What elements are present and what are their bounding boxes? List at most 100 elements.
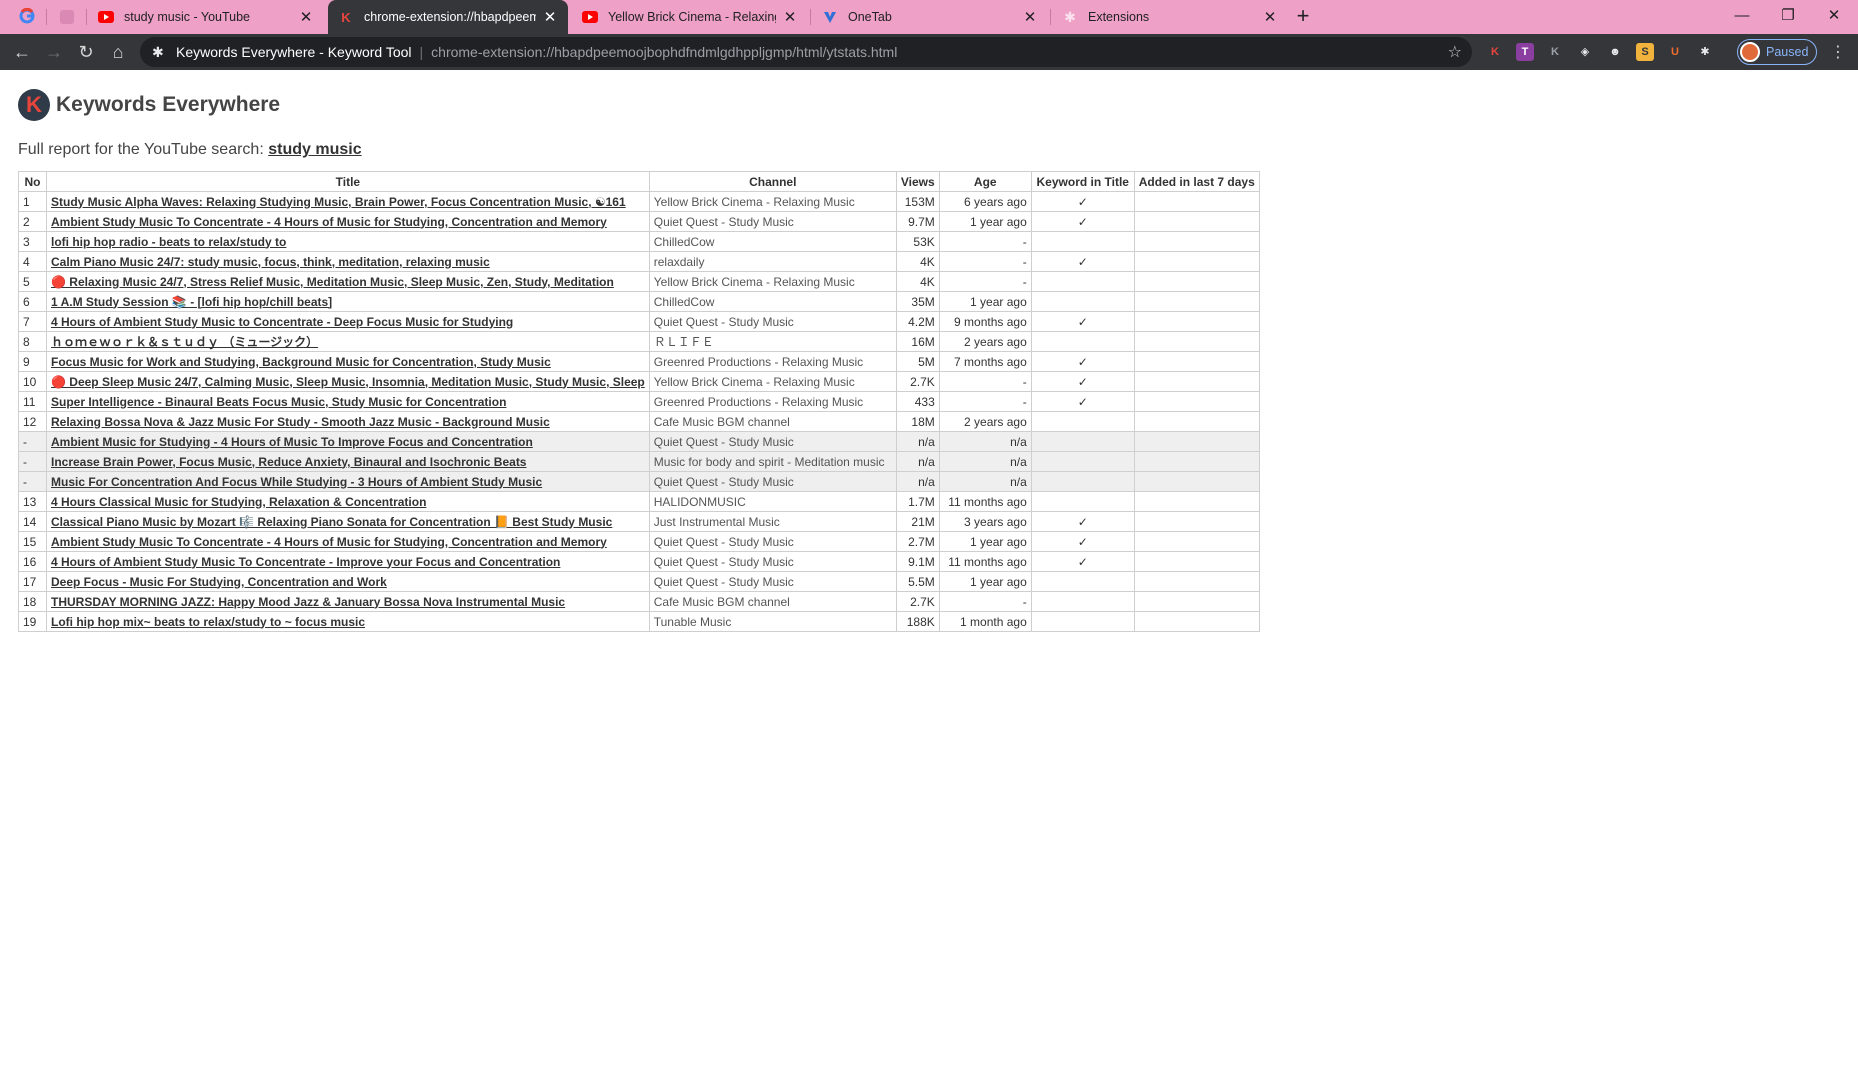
minimize-button[interactable]: — (1720, 0, 1764, 30)
video-title-link[interactable]: Increase Brain Power, Focus Music, Reduc… (51, 455, 526, 469)
row-number: 19 (23, 614, 37, 629)
keyword-in-title-check: ✓ (1077, 394, 1088, 409)
video-age-cell: 9 months ago (938, 311, 1032, 332)
puzzle-icon: ✱ (1064, 8, 1076, 25)
video-age-cell: 2 years ago (938, 411, 1032, 432)
video-title-link[interactable]: Super Intelligence - Binaural Beats Focu… (51, 395, 506, 409)
profile-button[interactable]: Paused (1737, 39, 1817, 65)
table-body: 1 Study Music Alpha Waves: Relaxing Study… (18, 191, 1260, 632)
channel-name: Quiet Quest - Study Music (653, 534, 794, 549)
row-number-cell: 6 (18, 291, 47, 312)
video-title-link[interactable]: Calm Piano Music 24/7: study music, focu… (51, 255, 490, 269)
keyword-in-title-check-cell (1030, 291, 1135, 312)
video-title-link-cell: Classical Piano Music by Mozart 🎼 Relaxi… (46, 511, 650, 532)
row-number-cell: 19 (18, 611, 47, 632)
tab-yellow-brick-cinema[interactable]: Yellow Brick Cinema - Relaxing M ✕ (572, 0, 808, 34)
channel-name-cell: Greenred Productions - Relaxing Music (648, 351, 897, 372)
added-last-7-days-cell (1133, 311, 1260, 332)
new-tab-button[interactable]: + (1290, 4, 1316, 30)
table-row: 11 Super Intelligence - Binaural Beats Fo… (18, 391, 1260, 412)
home-button[interactable]: ⌂ (106, 40, 130, 64)
close-tab-icon[interactable]: ✕ (782, 8, 798, 26)
robot-icon[interactable]: ☻ (1606, 43, 1624, 61)
close-tab-icon[interactable]: ✕ (542, 8, 558, 26)
video-title-link[interactable]: THURSDAY MORNING JAZZ: Happy Mood Jazz &… (51, 595, 565, 609)
restore-button[interactable]: ❐ (1766, 0, 1810, 30)
video-title-link[interactable]: Classical Piano Music by Mozart 🎼 Relaxi… (51, 515, 612, 529)
pinned-tab-2[interactable] (50, 0, 84, 34)
row-number-cell: 7 (18, 311, 47, 332)
pinned-tab-google[interactable] (10, 0, 44, 34)
bookmark-star-icon[interactable]: ☆ (1448, 42, 1462, 62)
added-last-7-days-cell (1133, 511, 1260, 532)
added-last-7-days-cell (1133, 351, 1260, 372)
keyword-in-title-check-cell: ✓ (1030, 531, 1135, 552)
close-tab-icon[interactable]: ✕ (1262, 8, 1278, 26)
video-title-link[interactable]: 4 Hours of Ambient Study Music To Concen… (51, 555, 560, 569)
header-no: No (18, 171, 47, 192)
channel-name: ＲＬＩＦＥ (653, 335, 714, 349)
tab-youtube-study-music[interactable]: study music - YouTube ✕ (88, 0, 324, 34)
view-count-cell: n/a (895, 451, 940, 472)
row-number: 6 (23, 294, 30, 309)
keyword-in-title-check-cell: ✓ (1030, 191, 1135, 212)
row-number-cell: - (18, 451, 47, 472)
address-bar[interactable]: ✱ Keywords Everywhere - Keyword Tool | c… (140, 37, 1472, 67)
keywords-everywhere-icon[interactable]: K (1486, 43, 1504, 61)
video-title-link[interactable]: lofi hip hop radio - beats to relax/stud… (51, 235, 286, 249)
back-button[interactable]: ← (10, 40, 34, 64)
view-count: 4K (920, 254, 935, 269)
video-title-link[interactable]: Ambient Study Music To Concentrate - 4 H… (51, 535, 607, 549)
tab-keywords-everywhere[interactable]: K chrome-extension://hbapdpeem ✕ (328, 0, 568, 34)
channel-name-cell: HALIDONMUSIC (648, 491, 897, 512)
video-title-link[interactable]: Ambient Study Music To Concentrate - 4 H… (51, 215, 607, 229)
extension-icon-6[interactable]: S (1636, 43, 1654, 61)
video-title-link[interactable]: ｈｏｍｅｗｏｒｋ＆ｓｔｕｄｙ （ミュージック） (51, 335, 318, 349)
channel-name: Yellow Brick Cinema - Relaxing Music (653, 374, 855, 389)
reload-button[interactable]: ↻ (74, 40, 98, 64)
extension-icon-3[interactable]: K (1546, 43, 1564, 61)
row-number-cell: 16 (18, 551, 47, 572)
video-title-link[interactable]: Music For Concentration And Focus While … (51, 475, 542, 489)
tab-onetab[interactable]: OneTab ✕ (812, 0, 1048, 34)
video-age-cell: 1 year ago (938, 571, 1032, 592)
row-number: 12 (23, 414, 37, 429)
video-title-link-cell: THURSDAY MORNING JAZZ: Happy Mood Jazz &… (46, 591, 650, 612)
video-title-link[interactable]: 🔴 Relaxing Music 24/7, Stress Relief Mus… (51, 275, 614, 289)
tab-label: chrome-extension://hbapdpeem (364, 10, 536, 24)
extension-icon-2[interactable]: T (1516, 43, 1534, 61)
shield-icon[interactable]: ◈ (1576, 43, 1594, 61)
video-title-link[interactable]: Lofi hip hop mix~ beats to relax/study t… (51, 615, 365, 629)
video-age: 1 year ago (970, 574, 1027, 589)
close-window-button[interactable]: ✕ (1812, 0, 1856, 30)
tab-label: Extensions (1088, 10, 1150, 24)
extension-icon-7[interactable]: U (1666, 43, 1684, 61)
video-age-cell: 3 years ago (938, 511, 1032, 532)
video-title-link[interactable]: 4 Hours of Ambient Study Music to Concen… (51, 315, 513, 329)
added-last-7-days-cell (1133, 531, 1260, 552)
row-number: 11 (23, 394, 36, 409)
search-query-link[interactable]: study music (268, 141, 361, 158)
video-title-link[interactable]: Deep Focus - Music For Studying, Concent… (51, 575, 387, 589)
menu-kebab-icon[interactable]: ⋮ (1830, 42, 1846, 62)
video-title-link[interactable]: Focus Music for Work and Studying, Backg… (51, 355, 551, 369)
row-number-cell: 9 (18, 351, 47, 372)
row-number: 10 (23, 374, 37, 389)
video-title-link[interactable]: Ambient Music for Studying - 4 Hours of … (51, 435, 533, 449)
video-title-link[interactable]: 🔴 Deep Sleep Music 24/7, Calming Music, … (51, 375, 645, 389)
keyword-in-title-check: ✓ (1077, 314, 1088, 329)
view-count-cell: 35M (895, 291, 940, 312)
video-title-link[interactable]: Study Music Alpha Waves: Relaxing Studyi… (51, 195, 626, 209)
forward-button[interactable]: → (42, 40, 66, 64)
extensions-puzzle-icon[interactable]: ✱ (1696, 43, 1714, 61)
video-title-link[interactable]: Relaxing Bossa Nova & Jazz Music For Stu… (51, 415, 550, 429)
tab-extensions[interactable]: ✱ Extensions ✕ (1052, 0, 1288, 34)
video-title-link[interactable]: 4 Hours Classical Music for Studying, Re… (51, 495, 426, 509)
close-tab-icon[interactable]: ✕ (298, 8, 314, 26)
channel-name: ChilledCow (653, 234, 715, 249)
close-tab-icon[interactable]: ✕ (1022, 8, 1038, 26)
header-keyword-in-title: Keyword in Title (1030, 171, 1135, 192)
channel-name-cell: Quiet Quest - Study Music (648, 431, 897, 452)
video-title-link[interactable]: 1 A.M Study Session 📚 - [lofi hip hop/ch… (51, 295, 332, 309)
video-title-link-cell: Increase Brain Power, Focus Music, Reduc… (46, 451, 650, 472)
